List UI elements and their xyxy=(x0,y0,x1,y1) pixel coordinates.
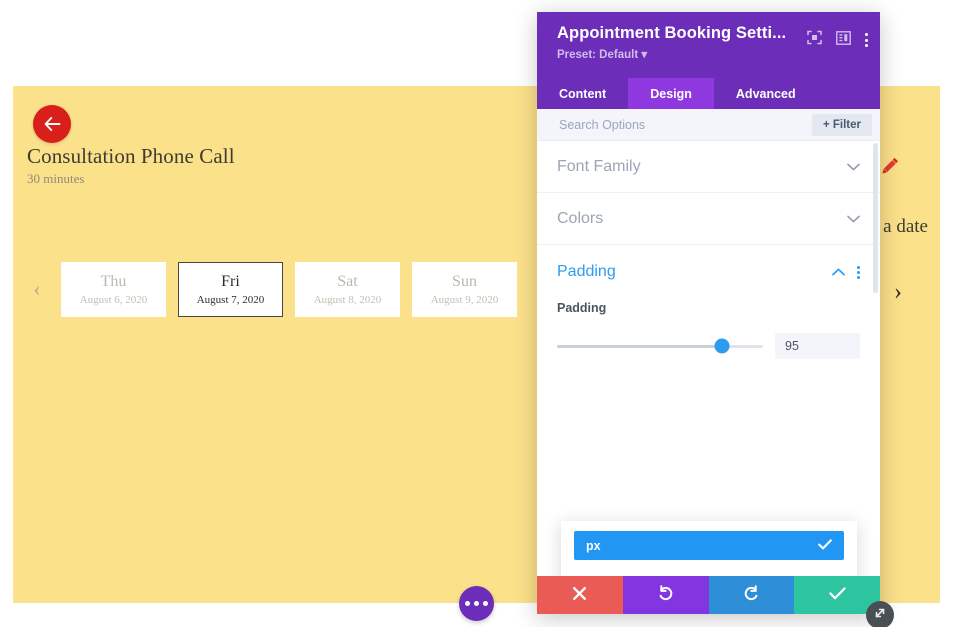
unit-option-label: px xyxy=(586,539,601,553)
padding-slider-fill xyxy=(557,345,722,348)
three-dots-icon-dot xyxy=(483,601,488,606)
padding-value-input[interactable]: 95 xyxy=(775,333,860,359)
chevron-up-icon[interactable] xyxy=(832,265,845,279)
pencil-icon[interactable] xyxy=(880,156,900,181)
modal-header: Appointment Booking Setti... Preset: Def… xyxy=(537,12,880,78)
section-padding: Padding Padding 95 xyxy=(537,245,880,389)
date-card[interactable]: Sun August 9, 2020 xyxy=(412,262,517,317)
prev-week-arrow[interactable]: ‹ xyxy=(13,276,61,302)
date-card-dow: Fri xyxy=(221,273,240,291)
section-padding-more-icon[interactable] xyxy=(857,266,860,279)
modal-resize-handle[interactable] xyxy=(866,601,894,627)
padding-slider[interactable] xyxy=(557,345,763,348)
chevron-down-icon[interactable] xyxy=(847,160,860,174)
modal-footer xyxy=(537,576,880,614)
modal-tabs: Content Design Advanced xyxy=(537,78,880,109)
date-card-list: Thu August 6, 2020 Fri August 7, 2020 Sa… xyxy=(61,262,517,317)
unit-option-em[interactable]: em xyxy=(574,570,844,576)
appointment-title: Consultation Phone Call xyxy=(27,144,235,169)
cancel-button[interactable] xyxy=(537,576,623,614)
date-card-dow: Sun xyxy=(452,273,477,291)
booking-options-fab[interactable] xyxy=(459,586,494,621)
unit-dropdown: px em rem vw % xyxy=(561,521,857,576)
check-icon xyxy=(829,587,846,604)
option-row-font-family[interactable]: Font Family xyxy=(537,141,880,193)
filter-button[interactable]: + Filter xyxy=(812,114,872,136)
next-week-arrow[interactable]: › xyxy=(894,279,902,306)
date-card[interactable]: Sat August 8, 2020 xyxy=(295,262,400,317)
redo-icon xyxy=(743,585,760,605)
resize-diagonal-icon xyxy=(872,605,888,626)
date-card[interactable]: Thu August 6, 2020 xyxy=(61,262,166,317)
back-button[interactable] xyxy=(33,105,71,143)
padding-slider-row: 95 xyxy=(557,333,860,359)
settings-modal: Appointment Booking Setti... Preset: Def… xyxy=(537,12,880,614)
padding-slider-thumb[interactable] xyxy=(714,339,729,354)
focus-target-icon[interactable] xyxy=(807,30,822,50)
search-bar: + Filter xyxy=(537,109,880,141)
padding-field-label: Padding xyxy=(557,301,860,315)
spacer xyxy=(574,560,844,570)
unit-option-px[interactable]: px xyxy=(574,531,844,560)
screen-root: Consultation Phone Call 30 minutes Selec… xyxy=(0,0,960,627)
tab-design[interactable]: Design xyxy=(628,78,714,109)
obscured-field-label xyxy=(557,375,860,389)
date-card-dow: Thu xyxy=(101,273,127,291)
modal-body: Font Family Colors Padding xyxy=(537,141,880,576)
undo-button[interactable] xyxy=(623,576,709,614)
layout-panel-icon[interactable] xyxy=(836,31,851,50)
option-label: Font Family xyxy=(557,158,847,176)
vertical-dots-icon[interactable] xyxy=(865,33,868,47)
tab-advanced[interactable]: Advanced xyxy=(714,78,818,109)
close-icon xyxy=(572,586,587,605)
arrow-left-icon xyxy=(44,117,61,131)
redo-button[interactable] xyxy=(709,576,795,614)
option-label: Colors xyxy=(557,210,847,228)
section-padding-header[interactable]: Padding xyxy=(557,245,860,299)
modal-header-icons xyxy=(807,30,868,50)
section-padding-title: Padding xyxy=(557,263,832,281)
date-card-selected[interactable]: Fri August 7, 2020 xyxy=(178,262,283,317)
date-card-date: August 6, 2020 xyxy=(80,294,148,306)
three-dots-icon-dot xyxy=(465,601,470,606)
tab-content[interactable]: Content xyxy=(537,78,628,109)
date-card-date: August 7, 2020 xyxy=(197,294,265,306)
three-dots-icon-dot xyxy=(474,601,479,606)
date-card-date: August 8, 2020 xyxy=(314,294,382,306)
date-card-date: August 9, 2020 xyxy=(431,294,499,306)
date-card-dow: Sat xyxy=(337,273,357,291)
chevron-down-icon[interactable] xyxy=(847,212,860,226)
modal-scrollbar[interactable] xyxy=(873,143,878,293)
option-row-colors[interactable]: Colors xyxy=(537,193,880,245)
undo-icon xyxy=(657,585,674,605)
appointment-duration: 30 minutes xyxy=(27,171,84,187)
search-input[interactable] xyxy=(557,117,812,133)
check-icon xyxy=(818,538,832,553)
